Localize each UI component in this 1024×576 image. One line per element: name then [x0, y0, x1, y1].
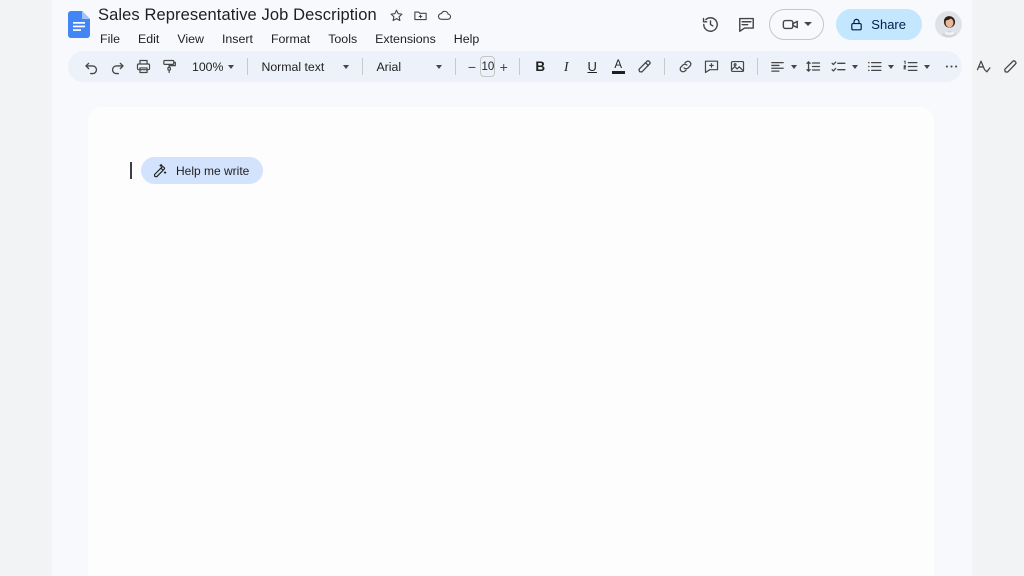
- menu-item-file[interactable]: File: [98, 31, 122, 47]
- line-spacing-icon: [805, 58, 822, 75]
- menu-item-edit[interactable]: Edit: [136, 31, 161, 47]
- window-left-margin: [0, 0, 52, 576]
- checklist-icon: [830, 58, 847, 75]
- chevron-down-icon: [924, 65, 930, 69]
- text-color-swatch: [612, 71, 625, 74]
- app-header: Sales Representative Job Description: [52, 0, 972, 48]
- decrease-font-size-button[interactable]: −: [463, 55, 480, 79]
- share-button[interactable]: Share: [836, 9, 922, 40]
- join-meeting-button[interactable]: [769, 9, 824, 40]
- toolbar-divider: [757, 58, 758, 75]
- share-button-label: Share: [871, 17, 906, 32]
- docs-app: Sales Representative Job Description: [52, 0, 972, 576]
- highlight-pen-icon[interactable]: [631, 54, 657, 80]
- bold-button[interactable]: B: [527, 54, 553, 80]
- align-left-icon: [769, 58, 786, 75]
- chevron-down-icon: [228, 65, 234, 69]
- paint-format-icon[interactable]: [156, 54, 182, 80]
- toolbar-divider: [519, 58, 520, 75]
- account-avatar[interactable]: [935, 11, 962, 38]
- docs-document-icon[interactable]: [68, 11, 90, 38]
- paragraph-style-value: Normal text: [261, 60, 324, 74]
- text-color-label: A: [614, 60, 622, 70]
- help-me-write-button[interactable]: Help me write: [141, 157, 263, 184]
- chevron-down-icon: [436, 65, 442, 69]
- menu-item-help[interactable]: Help: [452, 31, 481, 47]
- zoom-level-dropdown[interactable]: 100%: [186, 54, 240, 80]
- window-right-margin: [972, 0, 1024, 576]
- insert-link-icon[interactable]: [672, 54, 698, 80]
- text-caret: [130, 162, 132, 179]
- bulleted-list-dropdown[interactable]: [862, 54, 898, 80]
- title-actions: [389, 8, 452, 23]
- help-me-write-label: Help me write: [176, 164, 249, 178]
- formatting-toolbar: 100% Normal text Arial − 10 + B I U A: [68, 51, 962, 82]
- chevron-down-icon: [888, 65, 894, 69]
- comment-history-icon[interactable]: [731, 9, 761, 39]
- edit-pencil-icon: [1002, 58, 1019, 75]
- menu-item-insert[interactable]: Insert: [220, 31, 255, 47]
- menu-bar: File Edit View Insert Format Tools Exten…: [98, 29, 481, 49]
- print-icon[interactable]: [130, 54, 156, 80]
- menu-item-extensions[interactable]: Extensions: [373, 31, 438, 47]
- font-family-dropdown[interactable]: Arial: [370, 54, 448, 80]
- spellcheck-icon[interactable]: [970, 54, 996, 80]
- menu-item-format[interactable]: Format: [269, 31, 312, 47]
- redo-icon[interactable]: [104, 54, 130, 80]
- first-paragraph[interactable]: Help me write: [130, 157, 263, 184]
- toolbar-divider: [455, 58, 456, 75]
- insert-image-icon[interactable]: [724, 54, 750, 80]
- lock-icon: [849, 17, 864, 32]
- font-size-input[interactable]: 10: [480, 56, 495, 77]
- menu-item-view[interactable]: View: [175, 31, 206, 47]
- undo-icon[interactable]: [78, 54, 104, 80]
- chevron-down-icon[interactable]: [804, 22, 812, 26]
- font-family-value: Arial: [376, 60, 401, 74]
- magic-pencil-icon: [152, 163, 168, 179]
- star-icon[interactable]: [389, 8, 404, 23]
- bulleted-list-icon: [866, 58, 883, 75]
- increase-font-size-button[interactable]: +: [495, 55, 512, 79]
- more-horizontal-icon[interactable]: [938, 54, 964, 80]
- paragraph-style-dropdown[interactable]: Normal text: [255, 54, 355, 80]
- zoom-level-value: 100%: [192, 60, 223, 74]
- italic-button[interactable]: I: [553, 54, 579, 80]
- header-actions: Share: [695, 0, 962, 48]
- editing-mode-dropdown[interactable]: [998, 54, 1024, 80]
- cloud-saved-icon[interactable]: [437, 8, 452, 23]
- page-title[interactable]: Sales Representative Job Description: [98, 6, 377, 25]
- line-spacing-dropdown[interactable]: [801, 54, 826, 80]
- text-color-button[interactable]: A: [605, 54, 631, 80]
- toolbar-divider: [362, 58, 363, 75]
- title-and-menus: Sales Representative Job Description: [98, 4, 481, 49]
- document-canvas[interactable]: Help me write: [52, 90, 972, 576]
- toolbar-divider: [247, 58, 248, 75]
- toolbar-divider: [664, 58, 665, 75]
- document-page[interactable]: Help me write: [88, 107, 934, 576]
- version-history-icon[interactable]: [695, 9, 725, 39]
- numbered-list-icon: [902, 58, 919, 75]
- move-to-folder-icon[interactable]: [413, 8, 428, 23]
- numbered-list-dropdown[interactable]: [898, 54, 934, 80]
- menu-item-tools[interactable]: Tools: [326, 31, 359, 47]
- chevron-down-icon: [343, 65, 349, 69]
- add-comment-icon[interactable]: [698, 54, 724, 80]
- chevron-down-icon: [791, 65, 797, 69]
- checklist-dropdown[interactable]: [826, 54, 862, 80]
- underline-button[interactable]: U: [579, 54, 605, 80]
- chevron-down-icon: [852, 65, 858, 69]
- text-align-dropdown[interactable]: [765, 54, 801, 80]
